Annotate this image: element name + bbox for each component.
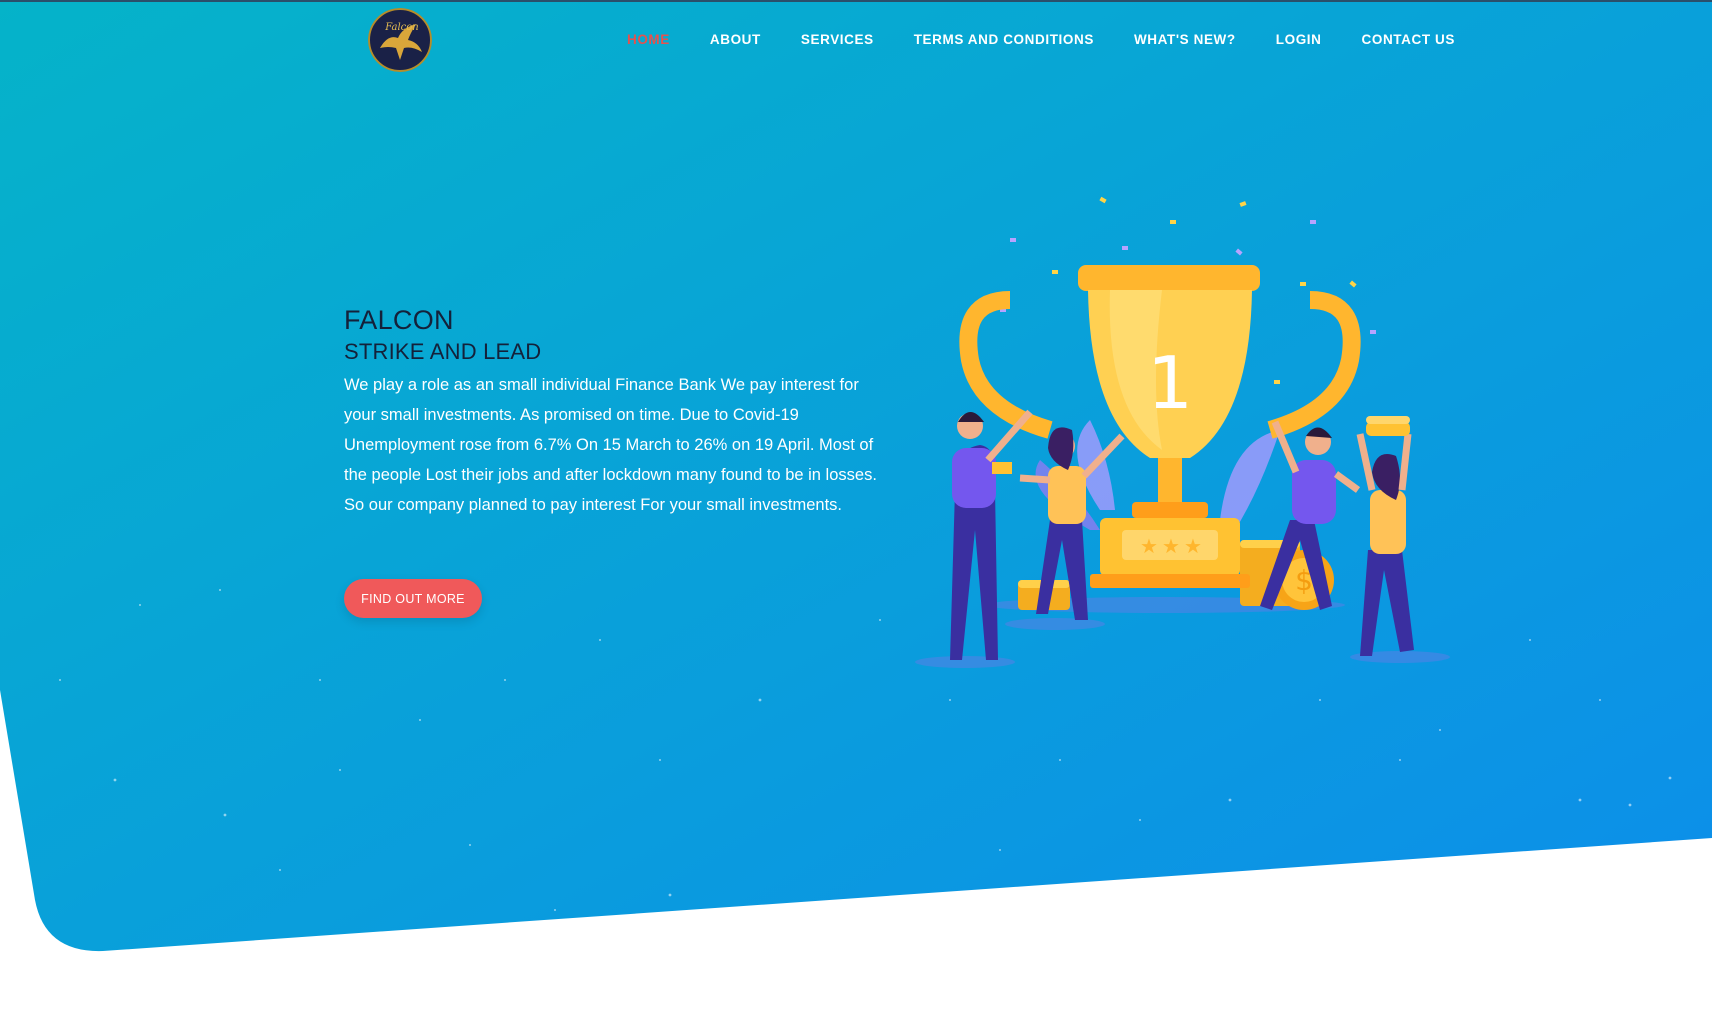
top-border	[0, 0, 1712, 2]
svg-text:★: ★	[1184, 534, 1202, 558]
logo[interactable]: Falcon	[368, 8, 432, 72]
hero-title: FALCON	[344, 305, 454, 335]
nav-home[interactable]: HOME	[627, 30, 670, 50]
hero-subtitle: STRIKE AND LEAD	[344, 339, 542, 364]
nav-terms[interactable]: TERMS AND CONDITIONS	[914, 30, 1094, 50]
hero-content: FALCON STRIKE AND LEAD We play a role as…	[344, 302, 884, 520]
hero-description: We play a role as an small individual Fi…	[344, 376, 877, 514]
nav-about[interactable]: ABOUT	[710, 30, 761, 50]
svg-text:★: ★	[1140, 534, 1158, 558]
nav-login[interactable]: LOGIN	[1276, 30, 1322, 50]
nav-contact[interactable]: CONTACT US	[1362, 30, 1456, 50]
nav-services[interactable]: SERVICES	[801, 30, 874, 50]
nav-whats-new[interactable]: WHAT'S NEW?	[1134, 30, 1236, 50]
eagle-logo-icon: Falcon	[368, 8, 432, 72]
trophy-number: 1	[1147, 341, 1193, 425]
svg-text:★: ★	[1162, 534, 1180, 558]
logo-text: Falcon	[384, 22, 418, 33]
find-out-more-button[interactable]: FIND OUT MORE	[344, 579, 482, 618]
main-nav: HOME ABOUT SERVICES TERMS AND CONDITIONS…	[587, 30, 1455, 50]
trophy-illustration: $ ★ ★ ★ 1	[915, 196, 1450, 668]
